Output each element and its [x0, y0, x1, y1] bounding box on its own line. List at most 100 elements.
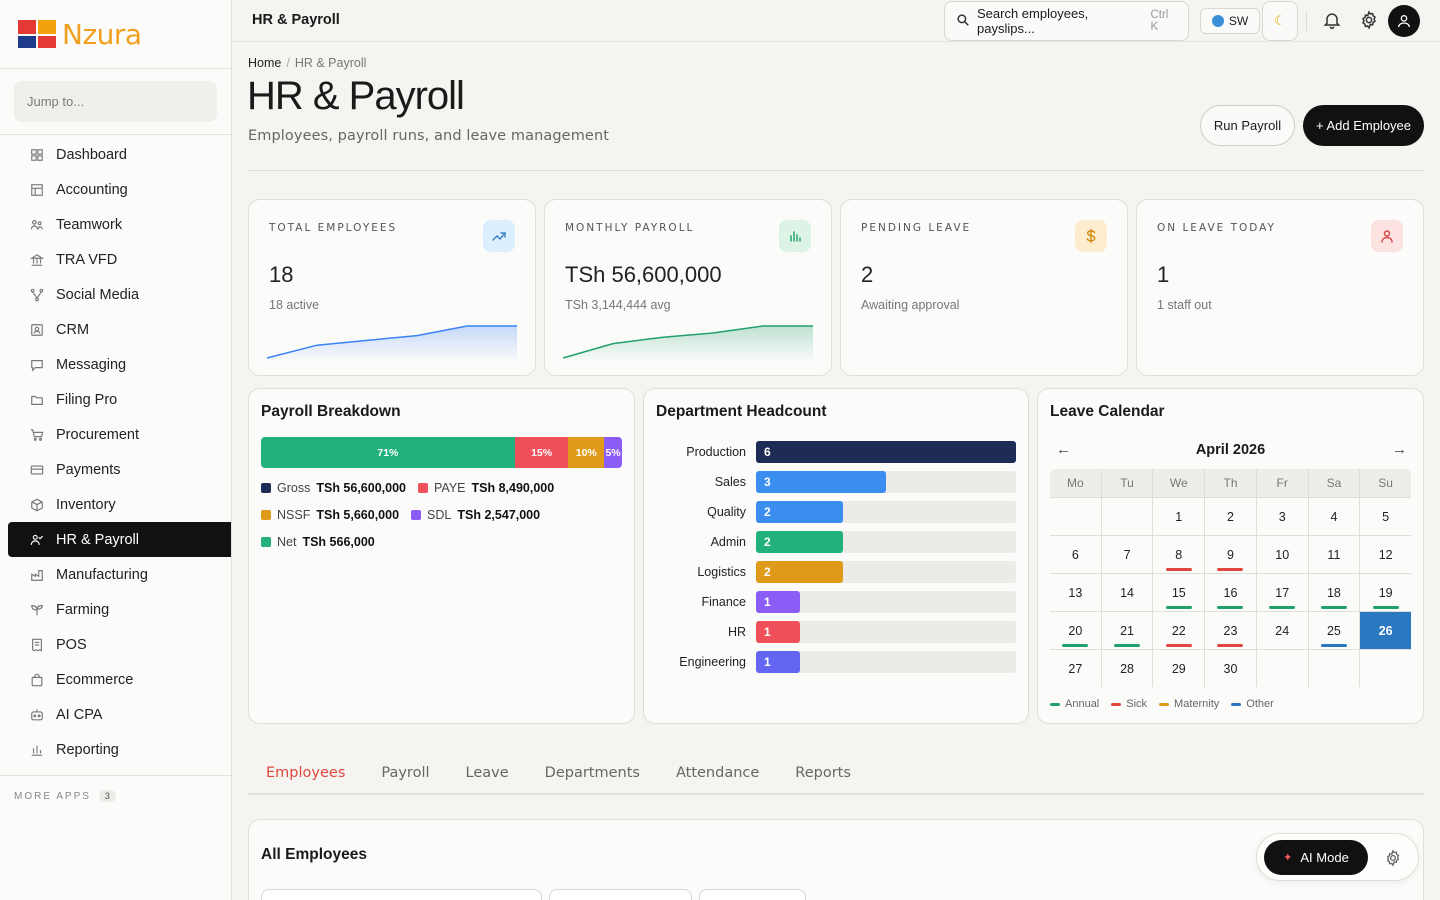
sidebar-item-hr-payroll[interactable]: HR & Payroll [8, 522, 231, 557]
tab-leave[interactable]: Leave [448, 752, 527, 795]
calendar-day[interactable]: 5 [1360, 498, 1411, 535]
legend-name: Maternity [1174, 698, 1220, 710]
department-name: Production [686, 445, 746, 459]
calendar-day[interactable]: 20 [1050, 612, 1101, 649]
more-apps[interactable]: MORE APPS 3 [0, 776, 231, 816]
department-filter-select[interactable] [549, 889, 692, 900]
sprout-icon [30, 603, 44, 617]
calendar-day[interactable]: 21 [1101, 612, 1153, 649]
jump-to-input[interactable]: Jump to... [14, 81, 217, 122]
gear-icon[interactable] [1359, 10, 1379, 30]
calendar-day[interactable]: 23 [1205, 612, 1256, 649]
legend-name: Annual [1065, 698, 1100, 710]
calendar-day[interactable]: 9 [1205, 536, 1256, 573]
stat-value: 2 [861, 262, 874, 287]
share-icon [30, 288, 44, 302]
calendar-day[interactable]: 17 [1256, 574, 1308, 611]
calendar-day[interactable]: 6 [1050, 536, 1101, 573]
sidebar-item-label: Messaging [56, 356, 127, 373]
contact-icon [30, 323, 44, 337]
sidebar-item-farming[interactable]: Farming [8, 592, 231, 627]
add-employee-button[interactable]: + Add Employee [1303, 105, 1424, 146]
employee-search-input[interactable] [261, 889, 542, 900]
calendar-day[interactable]: 8 [1153, 536, 1205, 573]
language-switcher[interactable]: SW [1200, 8, 1260, 34]
calendar-day[interactable]: 24 [1256, 612, 1308, 649]
calendar-day[interactable]: 14 [1101, 574, 1153, 611]
calendar-day[interactable]: 19 [1360, 574, 1411, 611]
sidebar-item-reporting[interactable]: Reporting [8, 732, 231, 767]
sidebar-item-tra-vfd[interactable]: TRA VFD [8, 242, 231, 277]
brand-logo[interactable]: Nzura [0, 0, 231, 69]
sidebar-item-accounting[interactable]: Accounting [8, 172, 231, 207]
calendar-day[interactable]: 13 [1050, 574, 1101, 611]
sidebar-item-social-media[interactable]: Social Media [8, 277, 231, 312]
stat-value: TSh 56,600,000 [565, 262, 722, 287]
status-filter-select[interactable] [699, 889, 806, 900]
sidebar-item-label: Reporting [56, 741, 119, 758]
calendar-legend-item: Maternity [1159, 698, 1219, 710]
calendar-empty-cell [1360, 650, 1411, 687]
page-subtitle: Employees, payroll runs, and leave manag… [248, 128, 610, 144]
calendar-day[interactable]: 27 [1050, 650, 1101, 687]
global-search-input[interactable]: Search employees, payslips... Ctrl K [944, 1, 1189, 41]
calendar-next-button[interactable]: → [1392, 441, 1407, 458]
calendar-day[interactable]: 25 [1308, 612, 1360, 649]
calendar-prev-button[interactable]: ← [1056, 441, 1071, 458]
stat-card-on-leave-today: ON LEAVE TODAY 1 1 staff out [1136, 199, 1424, 376]
breadcrumb-home[interactable]: Home [248, 56, 281, 70]
sidebar-item-label: TRA VFD [56, 251, 118, 268]
calendar-day[interactable]: 10 [1256, 536, 1308, 573]
calendar-day-today[interactable]: 26 [1360, 612, 1411, 649]
sidebar-item-messaging[interactable]: Messaging [8, 347, 231, 382]
legend-swatch [261, 483, 271, 493]
tab-departments[interactable]: Departments [527, 752, 658, 795]
sidebar-item-filing-pro[interactable]: Filing Pro [8, 382, 231, 417]
calendar-day[interactable]: 11 [1308, 536, 1360, 573]
tab-payroll[interactable]: Payroll [363, 752, 447, 795]
calendar-day[interactable]: 18 [1308, 574, 1360, 611]
calendar-day[interactable]: 2 [1205, 498, 1256, 535]
calendar-day[interactable]: 15 [1153, 574, 1205, 611]
tab-attendance[interactable]: Attendance [658, 752, 777, 795]
sidebar-item-manufacturing[interactable]: Manufacturing [8, 557, 231, 592]
sidebar-item-payments[interactable]: Payments [8, 452, 231, 487]
sidebar-item-procurement[interactable]: Procurement [8, 417, 231, 452]
ai-settings-gear-icon[interactable] [1384, 849, 1402, 867]
tab-reports[interactable]: Reports [777, 752, 869, 795]
legend-line [1231, 702, 1242, 706]
more-apps-label: MORE APPS [14, 790, 91, 802]
leave-marker-annual [1165, 606, 1192, 609]
ai-mode-widget: ✦ AI Mode [1256, 833, 1419, 881]
sidebar-item-label: Manufacturing [56, 566, 148, 583]
sidebar-item-pos[interactable]: POS [8, 627, 231, 662]
legend-value: TSh 2,547,000 [457, 508, 541, 522]
tab-employees[interactable]: Employees [248, 752, 363, 795]
department-name: Quality [707, 505, 746, 519]
calendar-day[interactable]: 12 [1360, 536, 1411, 573]
run-payroll-button[interactable]: Run Payroll [1200, 105, 1295, 146]
headcount-row: HR 1 [656, 621, 1016, 643]
calendar-day[interactable]: 30 [1205, 650, 1256, 687]
calendar-legend-item: Other [1231, 698, 1274, 710]
calendar-day[interactable]: 1 [1153, 498, 1205, 535]
user-avatar[interactable] [1388, 5, 1420, 37]
bell-icon[interactable] [1322, 10, 1342, 30]
people-icon [30, 218, 44, 232]
sidebar-item-inventory[interactable]: Inventory [8, 487, 231, 522]
sidebar-item-teamwork[interactable]: Teamwork [8, 207, 231, 242]
calendar-day[interactable]: 29 [1153, 650, 1205, 687]
sidebar-item-ecommerce[interactable]: Ecommerce [8, 662, 231, 697]
calendar-day[interactable]: 3 [1256, 498, 1308, 535]
calendar-day[interactable]: 28 [1101, 650, 1153, 687]
theme-toggle[interactable]: ☾ [1262, 1, 1298, 41]
calendar-day[interactable]: 16 [1205, 574, 1256, 611]
stat-card-monthly-payroll: MONTHLY PAYROLL TSh 56,600,000 TSh 3,144,4… [544, 199, 832, 376]
sidebar-item-crm[interactable]: CRM [8, 312, 231, 347]
calendar-day[interactable]: 22 [1153, 612, 1205, 649]
calendar-day[interactable]: 4 [1308, 498, 1360, 535]
sidebar-item-ai-cpa[interactable]: AI CPA [8, 697, 231, 732]
calendar-day[interactable]: 7 [1101, 536, 1153, 573]
sidebar-item-dashboard[interactable]: Dashboard [8, 137, 231, 172]
ai-mode-button[interactable]: ✦ AI Mode [1264, 840, 1368, 875]
